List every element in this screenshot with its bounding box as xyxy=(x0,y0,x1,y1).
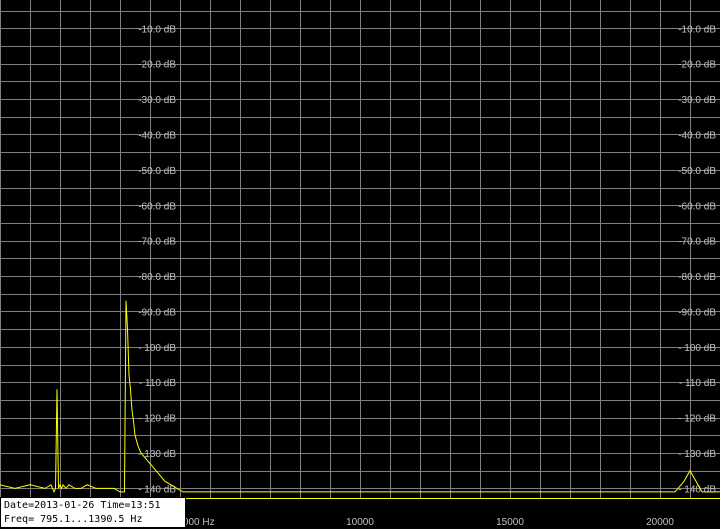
y-tick-label: -50.0 dB xyxy=(138,166,176,177)
x-tick-label: 10000 xyxy=(346,517,374,528)
grid-lines xyxy=(0,0,720,499)
y-tick-label: - 130 dB xyxy=(138,449,176,460)
freq-range-label: Freq= 795.1...1390.5 Hz xyxy=(4,514,143,525)
y-tick-label-right: - 130 dB xyxy=(678,449,716,460)
y-tick-label-right: - 110 dB xyxy=(679,378,716,389)
y-tick-label-right: -80.0 dB xyxy=(678,272,716,283)
y-tick-label-right: -10.0 dB xyxy=(678,24,716,35)
y-tick-label: -10.0 dB xyxy=(138,24,176,35)
y-tick-label-right: -90.0 dB xyxy=(678,307,716,318)
y-tick-label: - 110 dB xyxy=(139,378,176,389)
x-tick-label: 15000 xyxy=(496,517,524,528)
y-tick-label-right: -40.0 dB xyxy=(678,130,716,141)
y-tick-label-right: -60.0 dB xyxy=(678,201,716,212)
x-axis-labels: 5000 Hz 10000 15000 20000 xyxy=(177,517,674,528)
y-tick-label: -40.0 dB xyxy=(138,130,176,141)
date-time-label: Date=2013-01-26 Time=13:51 xyxy=(4,500,161,511)
y-tick-label: - 100 dB xyxy=(138,343,176,354)
y-axis-labels-left: -10.0 dB -20.0 dB -30.0 dB -40.0 dB -50.0 dB… xyxy=(138,24,176,495)
y-tick-label-right: -20.0 dB xyxy=(678,60,716,71)
y-axis-labels-right: -10.0 dB -20.0 dB -30.0 dB -40.0 dB -50.0 dB… xyxy=(678,24,716,495)
y-tick-label: -80.0 dB xyxy=(138,272,176,283)
y-tick-label: -30.0 dB xyxy=(138,95,176,106)
y-tick-label-right: - 140 dB xyxy=(678,484,716,495)
y-tick-label: -90.0 dB xyxy=(138,307,176,318)
y-tick-label: - 120 dB xyxy=(138,414,176,425)
y-tick-label-right: - 100 dB xyxy=(678,343,716,354)
spectrum-plot: -10.0 dB -20.0 dB -30.0 dB -40.0 dB -50.0 dB… xyxy=(0,0,720,528)
y-tick-label: -70.0 dB xyxy=(138,237,176,248)
y-tick-label-right: -70.0 dB xyxy=(678,237,716,248)
y-tick-label: -60.0 dB xyxy=(138,201,176,212)
y-tick-label: - 140 dB xyxy=(138,484,176,495)
y-tick-label: -20.0 dB xyxy=(138,60,176,71)
y-tick-label-right: - 120 dB xyxy=(678,414,716,425)
y-tick-label-right: -50.0 dB xyxy=(678,166,716,177)
x-tick-label: 20000 xyxy=(646,517,674,528)
y-tick-label-right: -30.0 dB xyxy=(678,95,716,106)
info-box: Date=2013-01-26 Time=13:51 Freq= 795.1..… xyxy=(0,497,186,528)
